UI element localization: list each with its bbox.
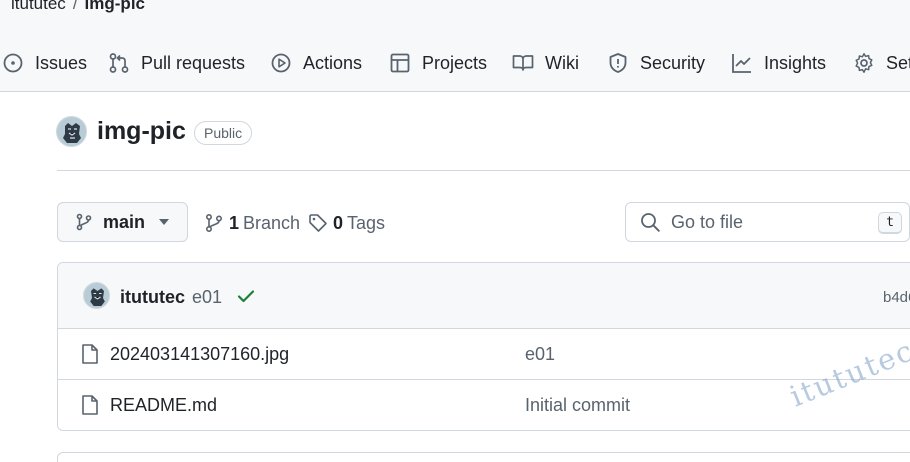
branch-count-label: Branch <box>243 212 301 233</box>
tab-insights[interactable]: Insights <box>731 46 826 80</box>
gear-icon <box>855 53 873 73</box>
latest-commit-row: itututec e01 b4d6 <box>58 263 910 329</box>
branch-selector-button[interactable]: main <box>57 202 188 242</box>
commit-hash[interactable]: b4d6 <box>883 289 910 306</box>
file-commit-message[interactable]: Initial commit <box>525 395 630 416</box>
file-table: itututec e01 b4d6 202403141307160.jpg e0… <box>57 262 910 431</box>
issue-icon <box>3 53 23 73</box>
tab-settings[interactable]: Settings <box>853 46 910 80</box>
tag-count: 0 <box>333 212 344 233</box>
file-icon <box>82 344 98 364</box>
tab-settings-label: Settings <box>886 52 910 73</box>
tab-wiki[interactable]: Wiki <box>512 46 579 80</box>
repo-avatar[interactable] <box>56 116 87 147</box>
visibility-badge: Public <box>194 121 253 145</box>
readme-box <box>57 452 910 462</box>
file-row[interactable]: README.md Initial commit <box>58 380 910 430</box>
breadcrumb-separator: / <box>72 0 78 13</box>
branch-icon <box>76 213 92 231</box>
tab-projects-label: Projects <box>422 52 488 73</box>
tab-insights-label: Insights <box>764 52 827 73</box>
shield-icon <box>609 53 627 73</box>
commit-author-avatar[interactable] <box>83 282 110 309</box>
tab-actions-label: Actions <box>303 52 363 73</box>
check-icon[interactable] <box>236 286 256 306</box>
commit-author[interactable]: itututec <box>120 287 185 308</box>
branch-name: main <box>103 211 146 232</box>
branch-icon <box>205 213 223 233</box>
breadcrumb-repo[interactable]: img-pic <box>85 0 145 13</box>
tab-pull-requests[interactable]: Pull requests <box>108 46 245 80</box>
title-divider <box>57 170 910 171</box>
tab-security[interactable]: Security <box>607 46 705 80</box>
file-commit-message[interactable]: e01 <box>525 344 555 365</box>
shortcut-key: t <box>878 212 902 234</box>
chevron-down-icon <box>159 219 169 225</box>
repo-page: itututec / img-pic Issues Pull requests Ac… <box>0 0 910 462</box>
tag-count-label: Tags <box>347 212 386 233</box>
file-icon <box>82 395 98 415</box>
book-icon <box>512 55 534 71</box>
tab-issues[interactable]: Issues <box>2 46 87 80</box>
play-icon <box>271 53 291 73</box>
breadcrumb: itututec / img-pic <box>11 0 145 14</box>
commit-message[interactable]: e01 <box>192 287 222 308</box>
tab-projects[interactable]: Projects <box>389 46 487 80</box>
tab-issues-label: Issues <box>35 52 88 73</box>
branches-link[interactable]: 1 Branch <box>204 210 300 236</box>
tab-actions[interactable]: Actions <box>270 46 362 80</box>
tab-pull-requests-label: Pull requests <box>141 52 246 73</box>
breadcrumb-owner[interactable]: itututec <box>11 0 66 13</box>
file-name[interactable]: 202403141307160.jpg <box>110 344 289 365</box>
graph-icon <box>732 54 751 73</box>
pull-request-icon <box>109 53 129 73</box>
tab-security-label: Security <box>640 52 706 73</box>
go-to-file-placeholder: Go to file <box>671 211 744 232</box>
file-row[interactable]: 202403141307160.jpg e01 <box>58 329 910 380</box>
tag-icon <box>309 214 327 232</box>
tags-link[interactable]: 0 Tags <box>308 210 385 236</box>
search-icon <box>641 212 660 232</box>
repo-title[interactable]: img-pic <box>97 117 186 146</box>
table-icon <box>390 53 410 73</box>
go-to-file-input[interactable]: Go to file <box>625 202 910 242</box>
tab-wiki-label: Wiki <box>545 52 579 73</box>
branch-count: 1 <box>229 212 240 233</box>
file-name[interactable]: README.md <box>110 395 217 416</box>
